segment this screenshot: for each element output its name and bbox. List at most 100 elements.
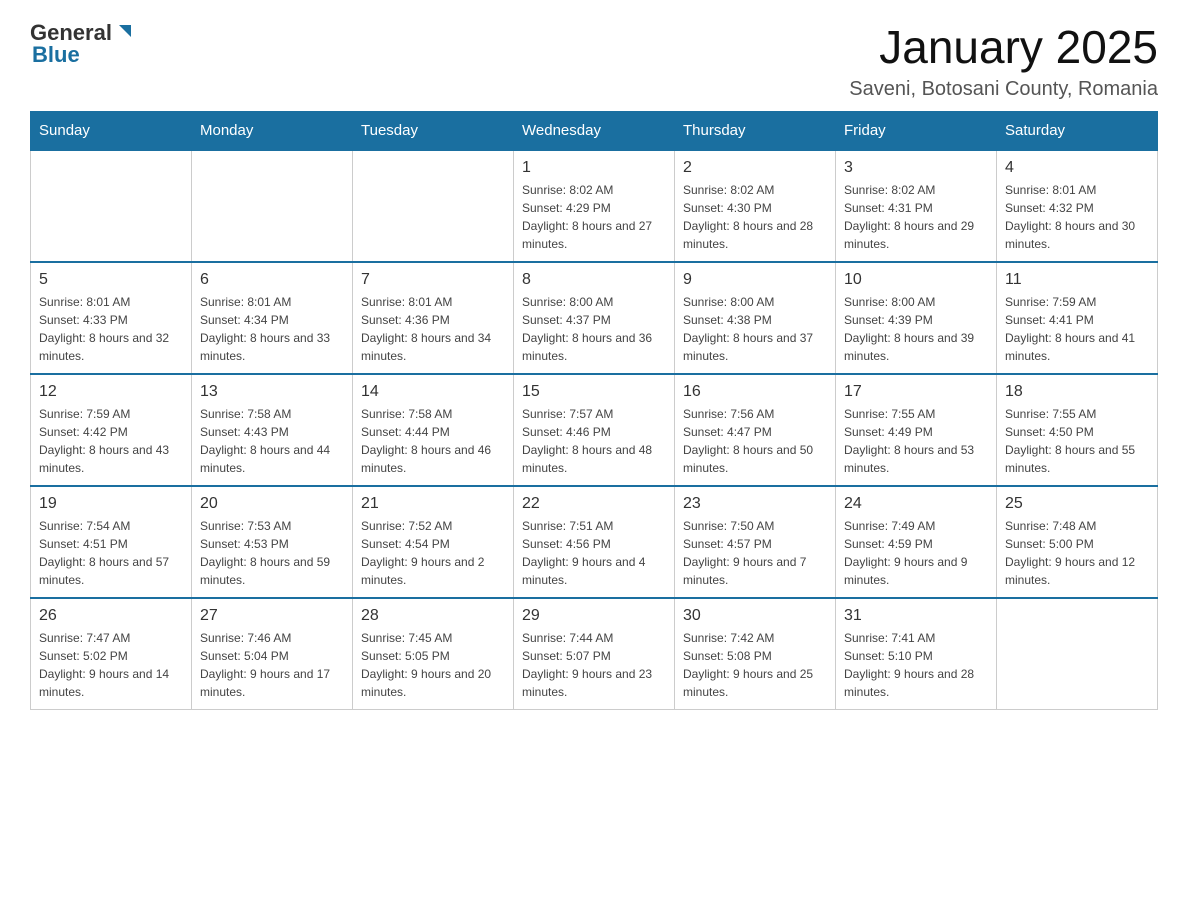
calendar-week-row: 19Sunrise: 7:54 AM Sunset: 4:51 PM Dayli…	[31, 486, 1158, 598]
day-number: 31	[844, 607, 988, 625]
calendar-week-row: 26 Sunrise: 7:47 AM Sunset: 5:02 PM Dayli…	[31, 598, 1158, 710]
day-info: Sunrise: 7:52 AM Sunset: 4:54 PM Dayligh…	[361, 517, 505, 589]
calendar-week-row: 5 Sunrise: 8:01 AM Sunset: 4:33 PM Daylig…	[31, 262, 1158, 374]
day-info: Sunrise: 7:42 AM Sunset: 5:08 PM Dayligh…	[683, 629, 827, 701]
calendar-cell: 1 Sunrise: 8:02 AM Sunset: 4:29 PM Daylig…	[514, 150, 675, 262]
day-info: Sunrise: 8:00 AM Sunset: 4:39 PM Dayligh…	[844, 293, 988, 365]
day-number: 30	[683, 607, 827, 625]
day-number: 14	[361, 383, 505, 401]
calendar-cell: 6 Sunrise: 8:01 AM Sunset: 4:34 PM Daylig…	[192, 262, 353, 374]
day-of-week-header: Wednesday	[514, 112, 675, 151]
calendar-cell: 26 Sunrise: 7:47 AM Sunset: 5:02 PM Dayli…	[31, 598, 192, 710]
day-info: Sunrise: 7:54 AM Sunset: 4:51 PM Dayligh…	[39, 517, 183, 589]
day-number: 26	[39, 607, 183, 625]
day-info: Sunrise: 7:45 AM Sunset: 5:05 PM Dayligh…	[361, 629, 505, 701]
calendar-cell: 5 Sunrise: 8:01 AM Sunset: 4:33 PM Daylig…	[31, 262, 192, 374]
day-number: 12	[39, 383, 183, 401]
day-of-week-header: Saturday	[997, 112, 1158, 151]
calendar-cell: 31 Sunrise: 7:41 AM Sunset: 5:10 PM Dayli…	[836, 598, 997, 710]
day-info: Sunrise: 7:49 AM Sunset: 4:59 PM Dayligh…	[844, 517, 988, 589]
day-number: 4	[1005, 159, 1149, 177]
calendar-cell: 28 Sunrise: 7:45 AM Sunset: 5:05 PM Dayli…	[353, 598, 514, 710]
day-of-week-header: Thursday	[675, 112, 836, 151]
day-number: 28	[361, 607, 505, 625]
day-number: 18	[1005, 383, 1149, 401]
day-info: Sunrise: 8:00 AM Sunset: 4:37 PM Dayligh…	[522, 293, 666, 365]
day-info: Sunrise: 8:02 AM Sunset: 4:30 PM Dayligh…	[683, 181, 827, 253]
day-of-week-header: Tuesday	[353, 112, 514, 151]
logo: General Blue	[30, 20, 136, 68]
calendar-cell: 10 Sunrise: 8:00 AM Sunset: 4:39 PM Dayli…	[836, 262, 997, 374]
calendar-cell: 18 Sunrise: 7:55 AM Sunset: 4:50 PM Dayli…	[997, 374, 1158, 486]
title-section: January 2025 Saveni, Botosani County, Ro…	[849, 20, 1158, 101]
day-info: Sunrise: 7:55 AM Sunset: 4:50 PM Dayligh…	[1005, 405, 1149, 477]
day-number: 13	[200, 383, 344, 401]
day-number: 9	[683, 271, 827, 289]
day-info: Sunrise: 7:59 AM Sunset: 4:41 PM Dayligh…	[1005, 293, 1149, 365]
logo-triangle-icon	[114, 21, 136, 43]
calendar-cell: 16 Sunrise: 7:56 AM Sunset: 4:47 PM Dayli…	[675, 374, 836, 486]
day-number: 23	[683, 495, 827, 513]
calendar-cell: 2 Sunrise: 8:02 AM Sunset: 4:30 PM Daylig…	[675, 150, 836, 262]
day-info: Sunrise: 8:00 AM Sunset: 4:38 PM Dayligh…	[683, 293, 827, 365]
calendar-cell: 3Sunrise: 8:02 AM Sunset: 4:31 PM Daylig…	[836, 150, 997, 262]
calendar-cell: 8 Sunrise: 8:00 AM Sunset: 4:37 PM Daylig…	[514, 262, 675, 374]
day-of-week-header: Sunday	[31, 112, 192, 151]
day-info: Sunrise: 7:56 AM Sunset: 4:47 PM Dayligh…	[683, 405, 827, 477]
calendar-cell: 9 Sunrise: 8:00 AM Sunset: 4:38 PM Daylig…	[675, 262, 836, 374]
day-info: Sunrise: 7:59 AM Sunset: 4:42 PM Dayligh…	[39, 405, 183, 477]
day-number: 22	[522, 495, 666, 513]
day-number: 1	[522, 159, 666, 177]
calendar-cell: 25Sunrise: 7:48 AM Sunset: 5:00 PM Dayli…	[997, 486, 1158, 598]
day-number: 5	[39, 271, 183, 289]
day-info: Sunrise: 8:01 AM Sunset: 4:36 PM Dayligh…	[361, 293, 505, 365]
day-info: Sunrise: 7:44 AM Sunset: 5:07 PM Dayligh…	[522, 629, 666, 701]
day-info: Sunrise: 7:58 AM Sunset: 4:44 PM Dayligh…	[361, 405, 505, 477]
calendar-cell: 30 Sunrise: 7:42 AM Sunset: 5:08 PM Dayli…	[675, 598, 836, 710]
day-info: Sunrise: 7:53 AM Sunset: 4:53 PM Dayligh…	[200, 517, 344, 589]
day-info: Sunrise: 7:41 AM Sunset: 5:10 PM Dayligh…	[844, 629, 988, 701]
day-number: 10	[844, 271, 988, 289]
day-of-week-header: Monday	[192, 112, 353, 151]
calendar-cell	[192, 150, 353, 262]
day-info: Sunrise: 7:47 AM Sunset: 5:02 PM Dayligh…	[39, 629, 183, 701]
day-info: Sunrise: 7:58 AM Sunset: 4:43 PM Dayligh…	[200, 405, 344, 477]
calendar-cell: 27Sunrise: 7:46 AM Sunset: 5:04 PM Dayli…	[192, 598, 353, 710]
calendar-header-row: SundayMondayTuesdayWednesdayThursdayFrid…	[31, 112, 1158, 151]
day-info: Sunrise: 7:55 AM Sunset: 4:49 PM Dayligh…	[844, 405, 988, 477]
logo-blue-text: Blue	[32, 42, 80, 68]
calendar-cell	[353, 150, 514, 262]
calendar-cell: 22 Sunrise: 7:51 AM Sunset: 4:56 PM Dayli…	[514, 486, 675, 598]
day-number: 27	[200, 607, 344, 625]
day-info: Sunrise: 8:01 AM Sunset: 4:33 PM Dayligh…	[39, 293, 183, 365]
calendar-cell	[31, 150, 192, 262]
day-number: 8	[522, 271, 666, 289]
calendar-week-row: 12 Sunrise: 7:59 AM Sunset: 4:42 PM Dayli…	[31, 374, 1158, 486]
calendar-cell: 24Sunrise: 7:49 AM Sunset: 4:59 PM Dayli…	[836, 486, 997, 598]
calendar-cell: 7 Sunrise: 8:01 AM Sunset: 4:36 PM Daylig…	[353, 262, 514, 374]
page-header: General Blue January 2025 Saveni, Botosa…	[30, 20, 1158, 101]
day-number: 2	[683, 159, 827, 177]
calendar-cell: 4 Sunrise: 8:01 AM Sunset: 4:32 PM Daylig…	[997, 150, 1158, 262]
day-number: 7	[361, 271, 505, 289]
calendar-cell: 12 Sunrise: 7:59 AM Sunset: 4:42 PM Dayli…	[31, 374, 192, 486]
day-number: 3	[844, 159, 988, 177]
calendar-cell	[997, 598, 1158, 710]
calendar-cell: 29Sunrise: 7:44 AM Sunset: 5:07 PM Dayli…	[514, 598, 675, 710]
calendar-cell: 15 Sunrise: 7:57 AM Sunset: 4:46 PM Dayli…	[514, 374, 675, 486]
day-number: 17	[844, 383, 988, 401]
day-info: Sunrise: 7:51 AM Sunset: 4:56 PM Dayligh…	[522, 517, 666, 589]
calendar-week-row: 1 Sunrise: 8:02 AM Sunset: 4:29 PM Daylig…	[31, 150, 1158, 262]
calendar-cell: 17 Sunrise: 7:55 AM Sunset: 4:49 PM Dayli…	[836, 374, 997, 486]
day-info: Sunrise: 7:57 AM Sunset: 4:46 PM Dayligh…	[522, 405, 666, 477]
day-info: Sunrise: 8:01 AM Sunset: 4:32 PM Dayligh…	[1005, 181, 1149, 253]
day-number: 6	[200, 271, 344, 289]
calendar-cell: 13 Sunrise: 7:58 AM Sunset: 4:43 PM Dayli…	[192, 374, 353, 486]
day-info: Sunrise: 8:02 AM Sunset: 4:29 PM Dayligh…	[522, 181, 666, 253]
day-number: 15	[522, 383, 666, 401]
day-number: 25	[1005, 495, 1149, 513]
day-info: Sunrise: 8:01 AM Sunset: 4:34 PM Dayligh…	[200, 293, 344, 365]
day-number: 16	[683, 383, 827, 401]
calendar-cell: 11Sunrise: 7:59 AM Sunset: 4:41 PM Dayli…	[997, 262, 1158, 374]
day-number: 21	[361, 495, 505, 513]
